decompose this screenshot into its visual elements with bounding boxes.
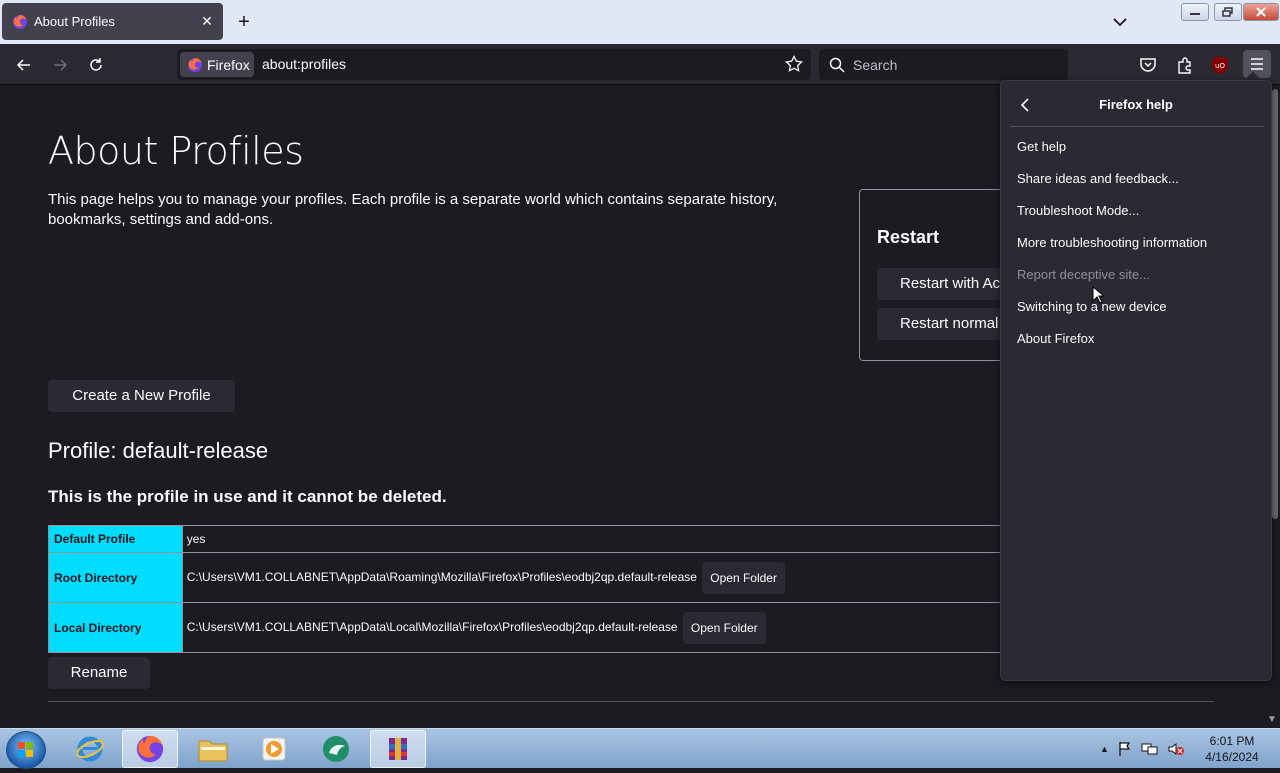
taskbar-winrar[interactable]: [370, 730, 426, 768]
profile-table: Default Profile yes Root Directory C:\Us…: [48, 525, 1009, 653]
taskbar-app-green[interactable]: [308, 730, 364, 768]
root-directory-label: Root Directory: [48, 552, 183, 603]
taskbar-clock[interactable]: 6:01 PM 4/16/2024: [1196, 733, 1268, 765]
panel-separator: [1010, 126, 1264, 127]
section-divider: [48, 701, 1214, 702]
system-tray: ▲: [1100, 741, 1185, 757]
close-tab-icon[interactable]: ✕: [197, 12, 217, 32]
rename-profile-button[interactable]: Rename: [48, 657, 150, 689]
media-player-icon: [262, 737, 286, 761]
mouse-cursor-icon: [1092, 286, 1104, 304]
default-profile-value: yes: [181, 525, 1009, 553]
local-directory-cell: C:\Users\VM1.COLLABNET\AppData\Local\Moz…: [181, 602, 1009, 653]
menu-item-troubleshoot-mode[interactable]: Troubleshoot Mode...: [1009, 197, 1263, 225]
restart-title: Restart: [877, 227, 940, 247]
menu-item-troubleshooting-info[interactable]: More troubleshooting information: [1009, 229, 1263, 257]
hamburger-menu-icon: [1251, 58, 1263, 70]
menu-item-switching-device[interactable]: Switching to a new device: [1009, 293, 1263, 321]
forward-button[interactable]: [48, 54, 72, 76]
taskbar-file-explorer[interactable]: [185, 730, 241, 768]
winrar-icon: [389, 738, 407, 760]
table-row: Default Profile yes: [48, 525, 1009, 553]
identity-label: Firefox: [207, 56, 250, 73]
clock-date: 4/16/2024: [1205, 750, 1259, 764]
menu-item-about-firefox[interactable]: About Firefox: [1009, 325, 1263, 353]
chat-bubble-icon: [323, 736, 349, 762]
back-button[interactable]: [12, 54, 36, 76]
menu-item-report-deceptive-site: Report deceptive site...: [1017, 267, 1150, 282]
scrollbar-thumb[interactable]: [1272, 89, 1278, 519]
navigation-toolbar: Firefox about:profiles Search uO: [0, 44, 1280, 85]
reload-icon: [90, 58, 102, 71]
windows-taskbar: ▲ 6:01 PM 4/16/2024: [0, 728, 1280, 769]
table-row: Root Directory C:\Users\VM1.COLLABNET\Ap…: [48, 552, 1009, 603]
scroll-down-icon[interactable]: ▼: [1267, 714, 1277, 725]
taskbar-media-player[interactable]: [246, 730, 302, 768]
open-root-folder-button[interactable]: Open Folder: [702, 561, 785, 594]
taskbar-firefox[interactable]: [122, 730, 178, 768]
url-text[interactable]: about:profiles: [262, 56, 346, 72]
extensions-icon[interactable]: [1176, 56, 1194, 74]
local-directory-label: Local Directory: [48, 602, 183, 653]
menu-item-get-help[interactable]: Get help: [1009, 133, 1263, 161]
default-profile-label: Default Profile: [48, 525, 183, 553]
menu-item-share-feedback[interactable]: Share ideas and feedback...: [1009, 165, 1263, 193]
local-directory-value: C:\Users\VM1.COLLABNET\AppData\Local\Moz…: [186, 619, 678, 634]
page-title: About Profiles: [48, 129, 304, 173]
volume-muted-icon[interactable]: [1167, 741, 1185, 757]
root-directory-value: C:\Users\VM1.COLLABNET\AppData\Roaming\M…: [186, 569, 697, 584]
minimize-button[interactable]: [1181, 3, 1209, 21]
back-arrow-icon: [16, 59, 30, 71]
windows-logo-icon: [18, 742, 33, 757]
folder-icon: [198, 740, 228, 762]
taskbar-internet-explorer[interactable]: [62, 730, 118, 768]
app-menu-button[interactable]: [1243, 50, 1271, 78]
search-placeholder: Search: [853, 56, 898, 73]
url-bar[interactable]: Firefox about:profiles: [177, 49, 811, 80]
panel-title: Firefox help: [1099, 97, 1173, 112]
tab-about-profiles[interactable]: About Profiles ✕: [2, 3, 223, 40]
tab-title: About Profiles: [34, 14, 115, 29]
show-hidden-icons-icon[interactable]: ▲: [1100, 744, 1109, 754]
reload-button[interactable]: [84, 54, 108, 76]
root-directory-cell: C:\Users\VM1.COLLABNET\AppData\Roaming\M…: [181, 552, 1009, 603]
create-new-profile-button[interactable]: Create a New Profile: [48, 380, 235, 412]
page-intro: This page helps you to manage your profi…: [48, 191, 778, 228]
profile-in-use-note: This is the profile in use and it cannot…: [48, 487, 447, 506]
search-bar[interactable]: Search: [819, 49, 1068, 80]
ublock-origin-icon[interactable]: uO: [1210, 55, 1230, 75]
identity-box[interactable]: Firefox: [180, 52, 254, 77]
action-center-flag-icon[interactable]: [1117, 741, 1133, 757]
profile-heading: Profile: default-release: [48, 438, 269, 463]
bookmark-star-icon[interactable]: [785, 55, 803, 73]
open-local-folder-button[interactable]: Open Folder: [682, 611, 766, 644]
pocket-icon[interactable]: [1139, 56, 1157, 74]
firefox-icon: [188, 57, 202, 72]
start-button[interactable]: [6, 731, 46, 769]
internet-explorer-icon: [76, 736, 104, 762]
clock-time: 6:01 PM: [1209, 734, 1255, 748]
table-row: Local Directory C:\Users\VM1.COLLABNET\A…: [48, 602, 1009, 653]
list-all-tabs-icon[interactable]: [1110, 12, 1130, 32]
new-tab-button[interactable]: +: [234, 12, 254, 32]
close-window-button[interactable]: [1243, 3, 1279, 21]
panel-header: Firefox help: [1001, 81, 1271, 127]
restore-button[interactable]: [1214, 3, 1242, 21]
forward-arrow-icon: [54, 59, 68, 71]
search-icon: [829, 57, 845, 73]
svg-text:uO: uO: [1215, 62, 1225, 70]
firefox-help-panel: Firefox help Get help Share ideas and fe…: [1000, 80, 1272, 681]
tab-strip: About Profiles ✕ +: [0, 0, 1280, 44]
firefox-icon: [136, 735, 164, 763]
network-icon[interactable]: [1141, 741, 1159, 757]
firefox-icon: [13, 14, 27, 29]
